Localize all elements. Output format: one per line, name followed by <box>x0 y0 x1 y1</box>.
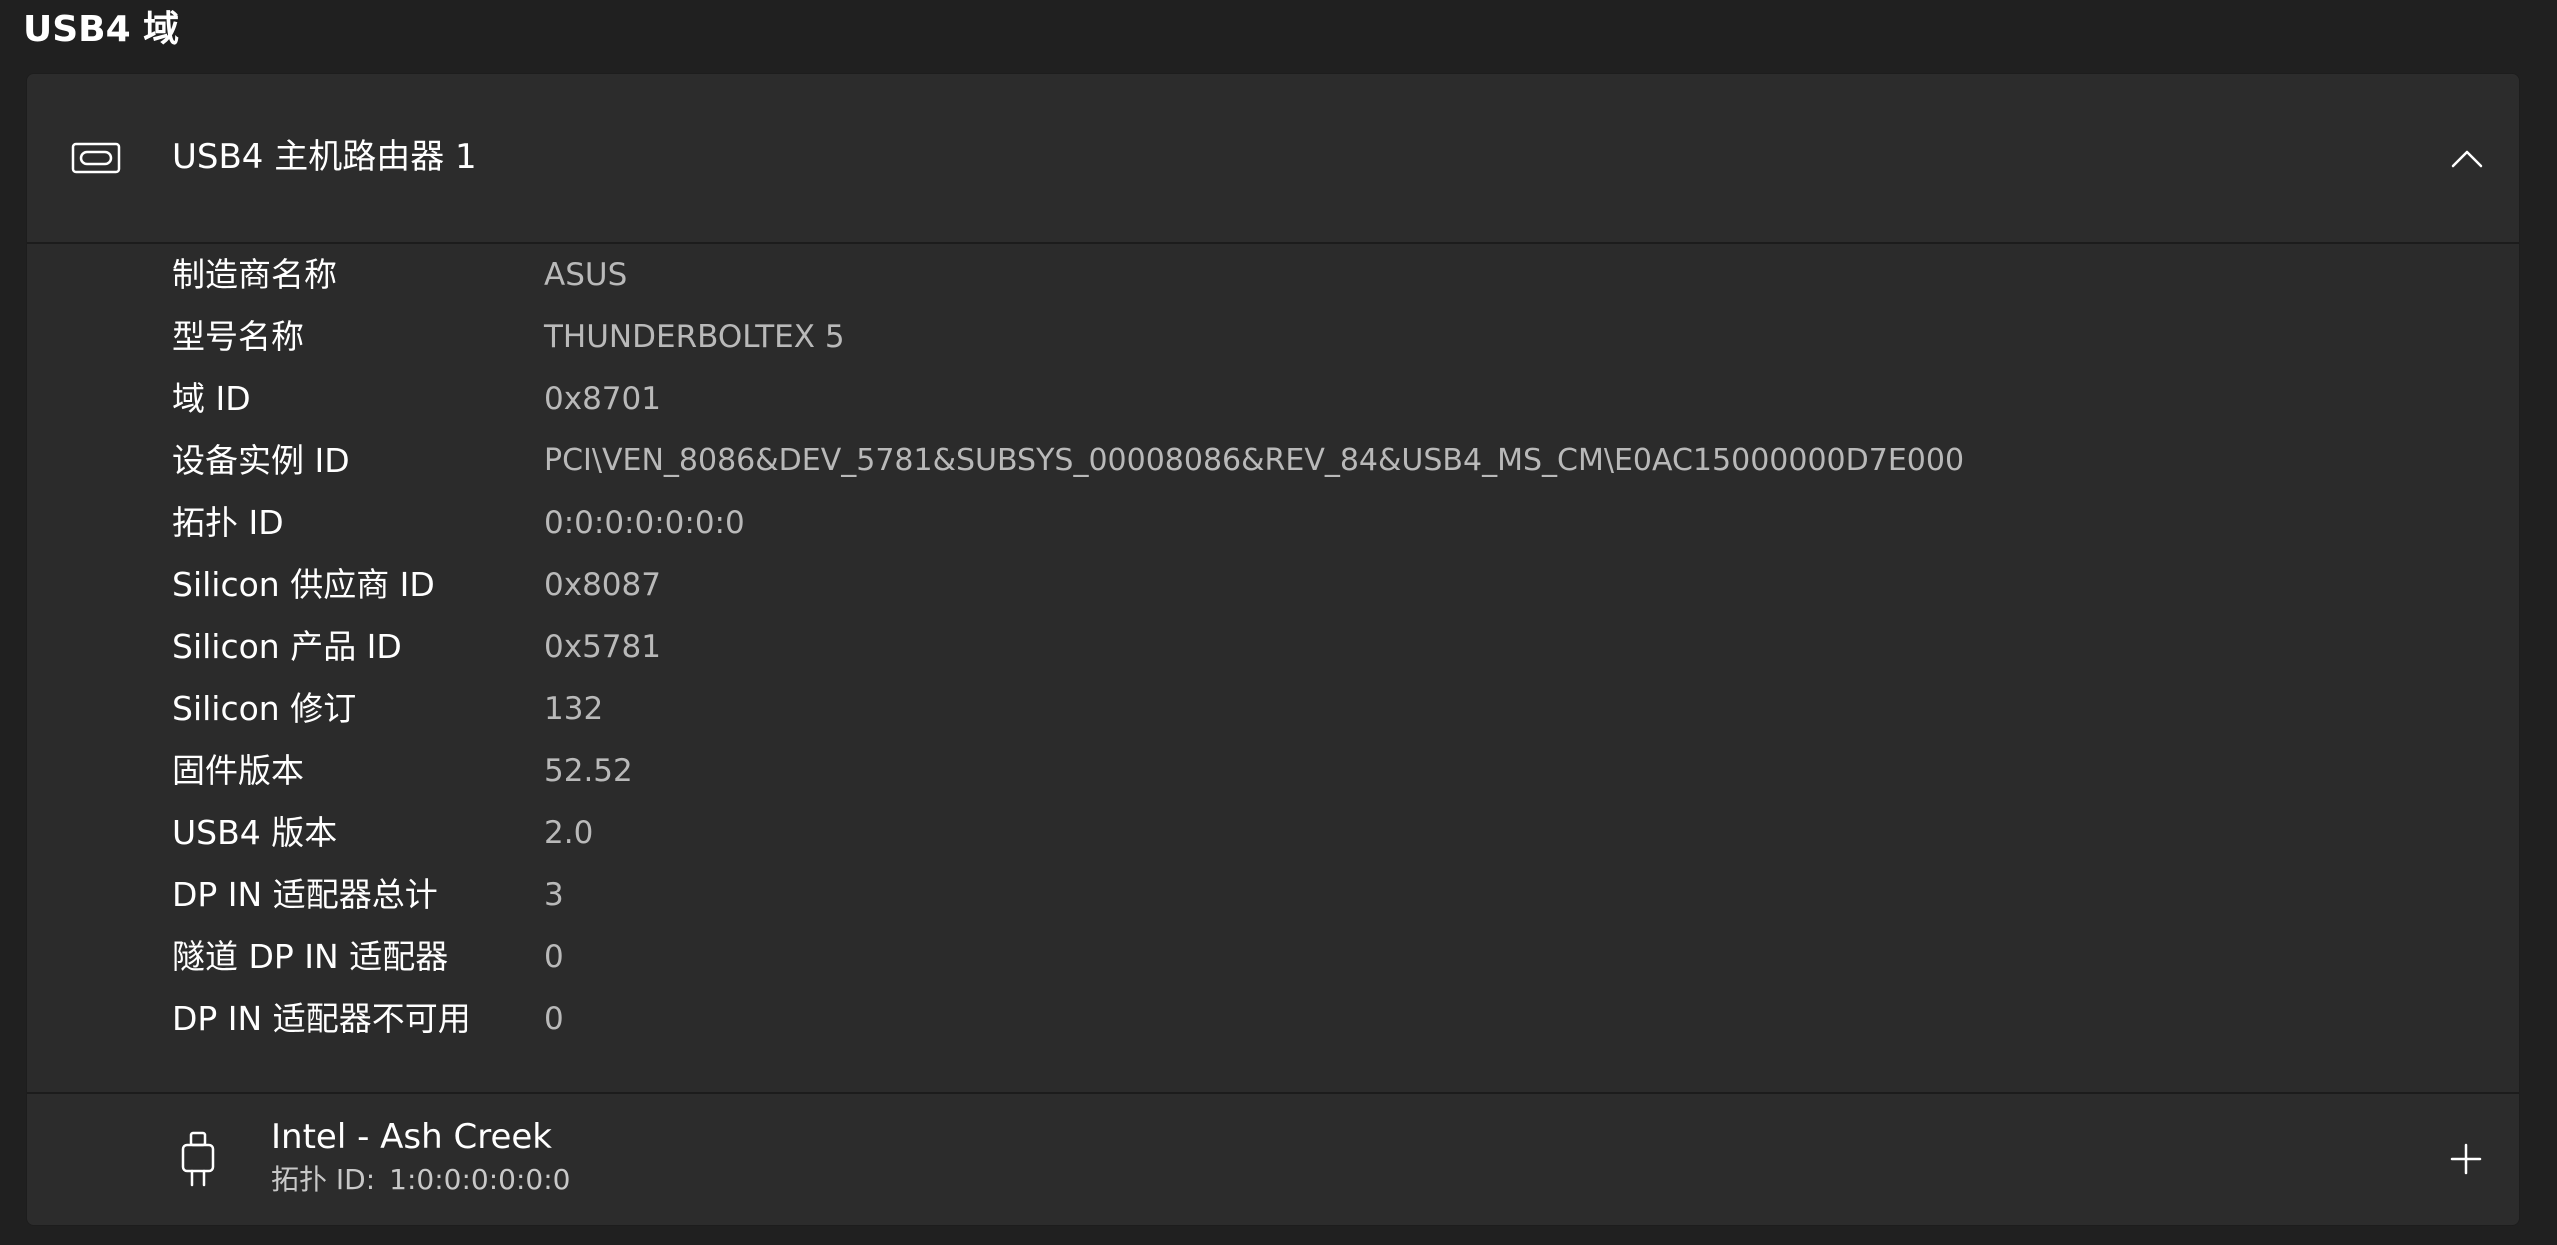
property-row: 设备实例 ID PCI\VEN_8086&DEV_5781&SUBSYS_000… <box>27 430 2519 492</box>
router-title: USB4 主机路由器 1 <box>172 137 477 177</box>
property-label: Silicon 供应商 ID <box>172 565 435 604</box>
usb-plug-icon <box>181 1131 215 1187</box>
property-label: 固件版本 <box>172 751 304 790</box>
usb4-settings-page: USB4 域 USB4 主机路由器 1 制造商名称 ASUS 型号名称 THUN… <box>0 0 2557 1245</box>
property-value: ASUS <box>544 257 628 293</box>
property-value: 2.0 <box>544 815 594 851</box>
property-value: 0 <box>544 939 564 975</box>
property-row: 型号名称 THUNDERBOLTEX 5 <box>27 306 2519 368</box>
property-value: 52.52 <box>544 753 633 789</box>
property-row: 域 ID 0x8701 <box>27 368 2519 430</box>
connected-device-row[interactable]: Intel - Ash Creek 拓扑 ID: 1:0:0:0:0:0:0 <box>27 1094 2519 1225</box>
property-label: 拓扑 ID <box>172 503 284 542</box>
plus-icon[interactable] <box>2449 1142 2483 1176</box>
property-value: 0:0:0:0:0:0:0 <box>544 505 745 541</box>
property-label: 域 ID <box>172 379 251 418</box>
property-row: Silicon 供应商 ID 0x8087 <box>27 554 2519 616</box>
property-row: 制造商名称 ASUS <box>27 244 2519 306</box>
router-properties-list: 制造商名称 ASUS 型号名称 THUNDERBOLTEX 5 域 ID 0x8… <box>27 244 2519 1166</box>
property-label: Silicon 产品 ID <box>172 627 402 666</box>
property-value: PCI\VEN_8086&DEV_5781&SUBSYS_00008086&RE… <box>544 443 1965 478</box>
property-value: 0x5781 <box>544 629 661 665</box>
device-name: Intel - Ash Creek <box>271 1117 552 1157</box>
property-label: 型号名称 <box>172 317 304 356</box>
property-label: USB4 版本 <box>172 813 338 852</box>
property-value: 0x8087 <box>544 567 661 603</box>
usb-c-port-icon <box>71 142 121 174</box>
property-value: THUNDERBOLTEX 5 <box>544 319 845 355</box>
device-topology-value: 1:0:0:0:0:0:0 <box>389 1163 571 1196</box>
property-label: Silicon 修订 <box>172 689 357 728</box>
property-value: 132 <box>544 691 604 727</box>
property-row: USB4 版本 2.0 <box>27 802 2519 864</box>
property-label: 设备实例 ID <box>172 441 350 480</box>
property-label: 隧道 DP IN 适配器 <box>172 937 449 976</box>
property-value: 0 <box>544 1001 564 1037</box>
property-row: 拓扑 ID 0:0:0:0:0:0:0 <box>27 492 2519 554</box>
property-label: DP IN 适配器总计 <box>172 875 438 914</box>
property-row: 隧道 DP IN 适配器 0 <box>27 926 2519 988</box>
router-expander-header[interactable]: USB4 主机路由器 1 <box>27 74 2519 244</box>
usb4-router-card: USB4 主机路由器 1 制造商名称 ASUS 型号名称 THUNDERBOLT… <box>26 73 2520 1226</box>
section-title: USB4 域 <box>23 9 180 50</box>
property-row: DP IN 适配器总计 3 <box>27 864 2519 926</box>
property-row: DP IN 适配器不可用 0 <box>27 988 2519 1050</box>
chevron-up-icon[interactable] <box>2447 144 2487 174</box>
property-label: DP IN 适配器不可用 <box>172 999 471 1038</box>
property-row: Silicon 修订 132 <box>27 678 2519 740</box>
device-topology: 拓扑 ID: 1:0:0:0:0:0:0 <box>271 1160 584 1200</box>
property-label: 制造商名称 <box>172 255 337 294</box>
device-topology-label: 拓扑 ID: <box>271 1163 376 1196</box>
property-value: 3 <box>544 877 564 913</box>
property-value: 0x8701 <box>544 381 661 417</box>
property-row: Silicon 产品 ID 0x5781 <box>27 616 2519 678</box>
property-row: 固件版本 52.52 <box>27 740 2519 802</box>
